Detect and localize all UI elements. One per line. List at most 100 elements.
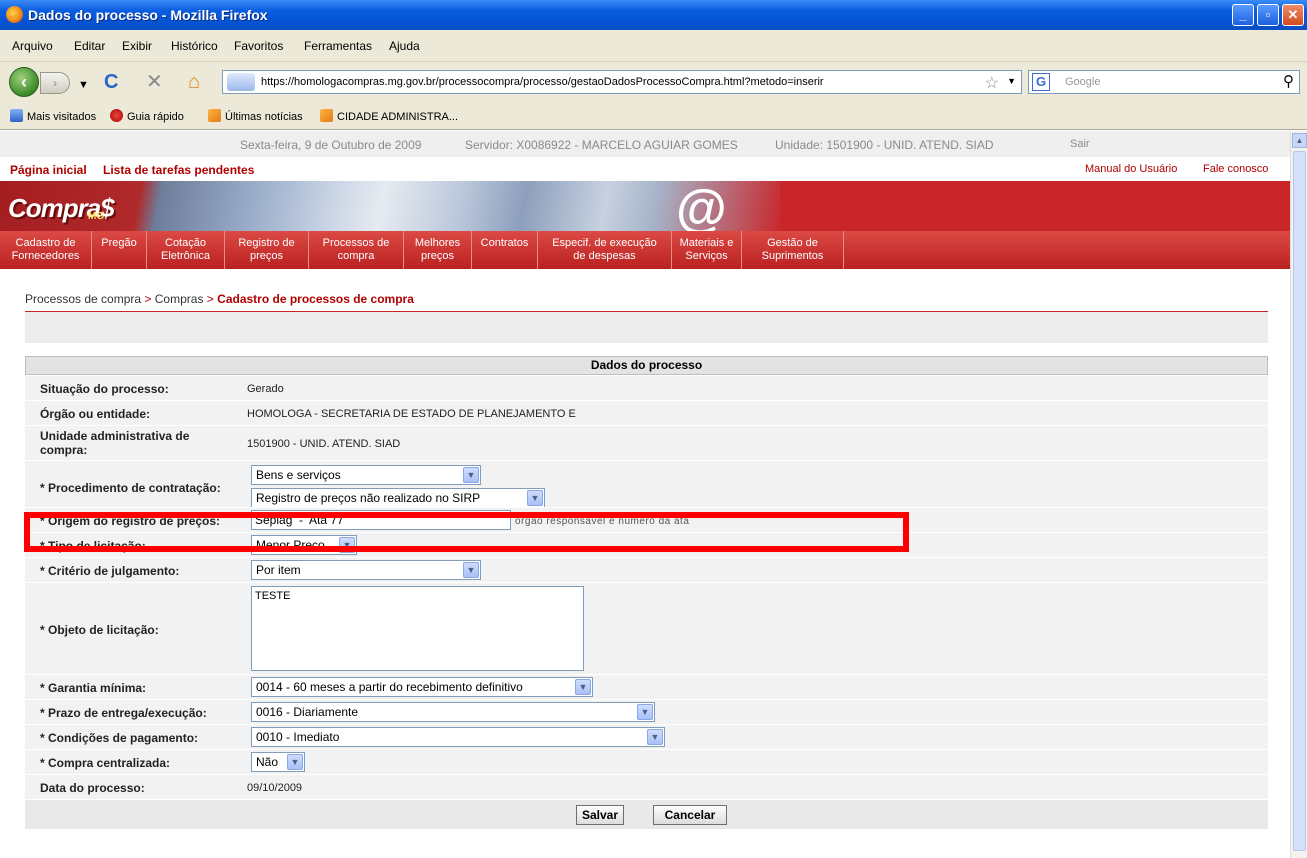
nav-contratos[interactable]: Contratos [472, 231, 538, 269]
nav-cadastro-fornecedores[interactable]: Cadastro de Fornecedores [0, 231, 92, 269]
session-info-bar: Sexta-feira, 9 de Outubro de 2009 Servid… [0, 131, 1290, 157]
procedimento-subtype-select[interactable]: Registro de preços não realizado no SIRP… [251, 488, 545, 507]
close-button[interactable]: ✕ [1282, 4, 1304, 26]
row-criterio: * Critério de julgamento: Por item ▼ [25, 558, 1268, 583]
chevron-down-icon: ▼ [527, 490, 543, 506]
nav-materiais-servicos[interactable]: Materiais e Serviços [672, 231, 742, 269]
chevron-down-icon: ▼ [463, 467, 479, 483]
chevron-down-icon: ▼ [575, 679, 591, 695]
row-prazo: * Prazo de entrega/execução: 0016 - Diar… [25, 700, 1268, 725]
nav-especif-execucao[interactable]: Especif. de execução de despesas [538, 231, 672, 269]
forward-icon[interactable]: › [40, 72, 70, 94]
firefox-icon [6, 6, 23, 23]
search-engine-icon[interactable]: G [1032, 73, 1050, 91]
top-links: Página inicial Lista de tarefas pendente… [0, 157, 1290, 181]
server-name: Servidor: X0086922 - MARCELO AGUIAR GOME… [465, 138, 738, 152]
nav-melhores-precos[interactable]: Melhores preços [404, 231, 472, 269]
rss-icon [320, 109, 333, 122]
window-titlebar: Dados do processo - Mozilla Firefox _ ▫ … [0, 0, 1307, 30]
contact-link[interactable]: Fale conosco [1203, 163, 1268, 175]
orgao-label: Órgão ou entidade: [40, 407, 151, 421]
nav-cotacao-eletronica[interactable]: Cotação Eletrônica [147, 231, 225, 269]
page-content: Sexta-feira, 9 de Outubro de 2009 Servid… [0, 131, 1290, 858]
message-area [25, 312, 1268, 343]
situacao-value: Gerado [247, 383, 284, 395]
prazo-select[interactable]: 0016 - Diariamente ▼ [251, 702, 655, 722]
current-date: Sexta-feira, 9 de Outubro de 2009 [240, 138, 422, 152]
main-navigation: Cadastro de Fornecedores Pregão Cotação El… [0, 231, 1290, 269]
menu-historico[interactable]: Histórico [171, 39, 218, 53]
menu-ferramentas[interactable]: Ferramentas [304, 39, 372, 53]
procedimento-label: * Procedimento de contratação: [40, 481, 221, 495]
chevron-down-icon: ▼ [647, 729, 663, 745]
at-sign-graphic: @ [676, 181, 727, 231]
centralizada-select[interactable]: Não ▼ [251, 752, 305, 772]
chevron-down-icon: ▼ [637, 704, 653, 720]
save-button[interactable]: Salvar [576, 805, 624, 825]
page-scrollbar[interactable]: ▲ [1290, 131, 1307, 858]
nav-pregao[interactable]: Pregão [92, 231, 147, 269]
bookmark-star-icon[interactable]: ☆ [985, 73, 999, 93]
search-bar[interactable]: G Google ⚲ [1028, 70, 1300, 94]
maximize-button[interactable]: ▫ [1257, 4, 1279, 26]
bookmark-guia-rapido[interactable]: Guia rápido [110, 109, 184, 123]
procedimento-select[interactable]: Bens e serviços ▼ [251, 465, 481, 485]
menu-arquivo[interactable]: Arquivo [12, 39, 53, 53]
row-centralizada: * Compra centralizada: Não ▼ [25, 750, 1268, 775]
minimize-button[interactable]: _ [1232, 4, 1254, 26]
compras-logo-sub: MG [88, 211, 105, 222]
url-bar[interactable]: https://homologacompras.mg.gov.br/proces… [222, 70, 1022, 94]
criterio-label: * Critério de julgamento: [40, 564, 180, 578]
bookmark-cidade[interactable]: CIDADE ADMINISTRA... [320, 109, 458, 123]
breadcrumb: Processos de compra > Compras > Cadastro… [25, 292, 414, 306]
row-objeto: * Objeto de licitação: TESTE [25, 583, 1268, 675]
orgao-value: HOMOLOGA - SECRETARIA DE ESTADO DE PLANE… [247, 408, 576, 420]
window-title: Dados do processo - Mozilla Firefox [28, 7, 268, 23]
objeto-label: * Objeto de licitação: [40, 623, 159, 637]
data-value: 09/10/2009 [247, 782, 303, 794]
objeto-textarea[interactable]: TESTE [251, 586, 584, 671]
form-actions: Salvar Cancelar [25, 800, 1268, 830]
bookmark-mais-visitados[interactable]: Mais visitados [10, 109, 96, 123]
bookmark-ultimas-noticias[interactable]: Últimas notícias [208, 109, 303, 123]
home-icon[interactable]: ⌂ [188, 71, 200, 93]
stop-icon[interactable]: ✕ [146, 71, 163, 93]
bookmark-guide-icon [110, 109, 123, 122]
scroll-up-icon[interactable]: ▲ [1292, 133, 1307, 148]
pending-tasks-link[interactable]: Lista de tarefas pendentes [103, 163, 254, 177]
row-condicoes: * Condições de pagamento: 0010 - Imediat… [25, 725, 1268, 750]
menu-favoritos[interactable]: Favoritos [234, 39, 283, 53]
scroll-thumb[interactable] [1293, 151, 1306, 851]
bookmarks-bar: Mais visitados Guia rápido Últimas notíc… [0, 102, 1307, 130]
breadcrumb-processos[interactable]: Processos de compra [25, 292, 141, 306]
search-icon[interactable]: ⚲ [1283, 72, 1294, 90]
criterio-select[interactable]: Por item ▼ [251, 560, 481, 580]
prazo-label: * Prazo de entrega/execução: [40, 706, 207, 720]
garantia-select[interactable]: 0014 - 60 meses a partir do recebimento … [251, 677, 593, 697]
breadcrumb-compras[interactable]: Compras [155, 292, 204, 306]
nav-processos-compra[interactable]: Processos de compra [309, 231, 404, 269]
menu-ajuda[interactable]: Ajuda [389, 39, 420, 53]
nav-registro-precos[interactable]: Registro de preços [225, 231, 309, 269]
chevron-down-icon: ▼ [287, 754, 303, 770]
logout-link[interactable]: Sair [1070, 138, 1090, 150]
menu-editar[interactable]: Editar [74, 39, 105, 53]
condicoes-select[interactable]: 0010 - Imediato ▼ [251, 727, 665, 747]
user-manual-link[interactable]: Manual do Usuário [1085, 163, 1177, 175]
row-data: Data do processo: 09/10/2009 [25, 775, 1268, 800]
reload-icon[interactable]: C [104, 71, 118, 93]
row-orgao: Órgão ou entidade: HOMOLOGA - SECRETARIA… [25, 401, 1268, 426]
highlight-rectangle [24, 512, 909, 552]
back-icon[interactable]: ‹ [9, 67, 39, 97]
home-link[interactable]: Página inicial [10, 163, 87, 177]
rss-icon [208, 109, 221, 122]
cancel-button[interactable]: Cancelar [653, 805, 727, 825]
site-identity-icon[interactable] [227, 73, 255, 91]
url-text: https://homologacompras.mg.gov.br/proces… [261, 76, 824, 88]
nav-gestao-suprimentos[interactable]: Gestão de Suprimentos [742, 231, 844, 269]
url-dropdown-icon[interactable]: ▼ [1007, 76, 1016, 86]
unit-name: Unidade: 1501900 - UNID. ATEND. SIAD [775, 138, 994, 152]
history-dropdown-icon[interactable]: ▼ [78, 74, 89, 96]
menu-exibir[interactable]: Exibir [122, 39, 152, 53]
row-garantia: * Garantia mínima: 0014 - 60 meses a par… [25, 675, 1268, 700]
